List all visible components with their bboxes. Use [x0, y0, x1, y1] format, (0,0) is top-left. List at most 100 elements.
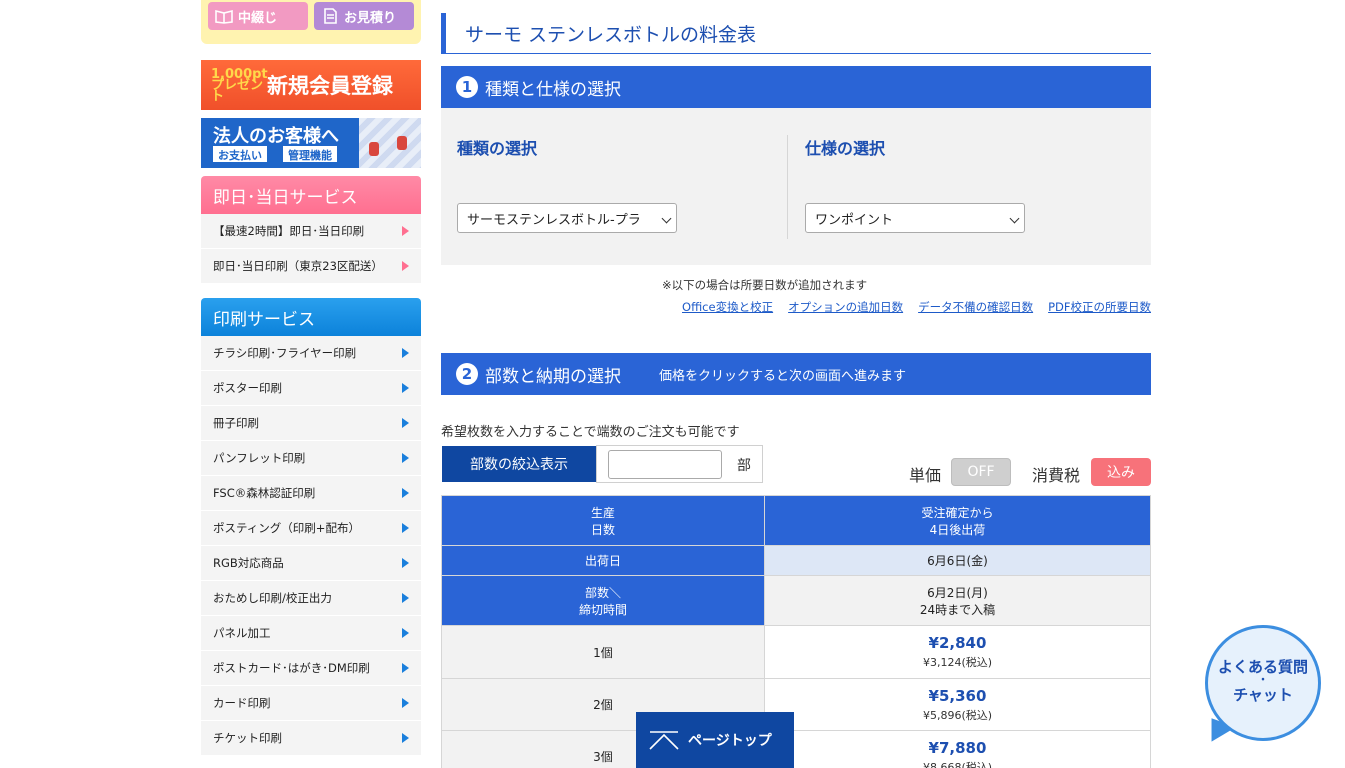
step2-note: 価格をクリックすると次の画面へ進みます	[659, 368, 907, 384]
price-cell[interactable]: ¥2,840 ¥3,124(税込)	[764, 625, 1151, 679]
book-icon	[215, 9, 233, 24]
menu-item-label: パネル加工	[213, 626, 271, 640]
unit-price-label: 単価	[909, 466, 942, 485]
chat-label-line2: チャット	[1233, 686, 1293, 704]
menu-item-posting[interactable]: ポスティング（印刷+配布）	[201, 511, 421, 546]
table-row: 出荷日 6月6日(金)	[441, 545, 1151, 576]
estimate-label: お見積り	[344, 10, 397, 26]
extra-days-links: Office変換と校正 オプションの追加日数 データ不備の確認日数 PDF校正の…	[682, 299, 1151, 315]
document-icon	[324, 8, 337, 24]
price-cell[interactable]: ¥5,360 ¥5,896(税込)	[764, 678, 1151, 731]
chat-label-dot: ・	[1258, 675, 1268, 686]
sidebar: 中綴じ お見積り 1,000pt プレゼント 新規会員登録 法人のお客様へ お支…	[201, 0, 421, 756]
filter-quantity-button[interactable]: 部数の絞込表示	[442, 446, 596, 482]
menu-item-label: カード印刷	[213, 696, 271, 710]
page-title: サーモ ステンレスボトルの料金表	[441, 13, 1151, 54]
step1-label: 種類と仕様の選択	[485, 79, 621, 100]
price: ¥7,880	[928, 738, 987, 757]
menu-item-pamphlet[interactable]: パンフレット印刷	[201, 441, 421, 476]
corporate-label: 法人のお客様へ	[213, 126, 339, 147]
type-select[interactable]: サーモステンレスボトル-プラ	[457, 203, 677, 233]
header-deadline: 部数＼ 締切時間	[441, 575, 765, 626]
production-days-value: 受注確定から 4日後出荷	[764, 495, 1151, 546]
menu-item-rgb[interactable]: RGB対応商品	[201, 546, 421, 581]
menu-item-label: おためし印刷/校正出力	[213, 591, 332, 605]
office-illustration	[359, 118, 421, 168]
table-row: 3個 ¥7,880 ¥8,668(税込)	[441, 730, 1151, 768]
menu-item-label: パンフレット印刷	[213, 451, 306, 465]
menu-item-poster[interactable]: ポスター印刷	[201, 371, 421, 406]
spec-heading: 仕様の選択	[805, 139, 886, 158]
link-data-check-days[interactable]: データ不備の確認日数	[918, 299, 1033, 315]
select-panel: 種類の選択 サーモステンレスボトル-プラ 仕様の選択 ワンポイント	[441, 108, 1151, 265]
print-service-heading: 印刷サービス	[201, 298, 421, 336]
register-banner[interactable]: 1,000pt プレゼント 新規会員登録	[201, 60, 421, 110]
menu-item-label: RGB対応商品	[213, 556, 284, 570]
link-office-conversion[interactable]: Office変換と校正	[682, 299, 773, 315]
spec-select[interactable]: ワンポイント	[805, 203, 1025, 233]
arrow-right-icon	[402, 226, 409, 236]
deadline-value: 6月2日(月) 24時まで入稿	[764, 575, 1151, 626]
price-with-tax: ¥3,124(税込)	[922, 656, 993, 669]
print-service-menu: チラシ印刷･フライヤー印刷 ポスター印刷 冊子印刷 パンフレット印刷 FSC®森…	[201, 336, 421, 756]
menu-item-postcard[interactable]: ポストカード･はがき･DM印刷	[201, 651, 421, 686]
faq-chat-button[interactable]: よくある質問 ・ チャット	[1203, 624, 1327, 748]
arrow-right-icon	[402, 523, 409, 533]
chat-label-line1: よくある質問	[1217, 658, 1308, 676]
menu-item-same-day-tokyo[interactable]: 即日･当日印刷（東京23区配送）	[201, 249, 421, 284]
menu-item-booklet[interactable]: 冊子印刷	[201, 406, 421, 441]
corporate-banner[interactable]: 法人のお客様へ お支払い 管理機能	[201, 118, 421, 168]
step2-number: 2	[456, 363, 478, 385]
type-column: 種類の選択	[457, 135, 537, 159]
arrow-right-icon	[402, 558, 409, 568]
arrow-right-icon	[402, 453, 409, 463]
link-pdf-proof-days[interactable]: PDF校正の所要日数	[1048, 299, 1151, 315]
header-production-days: 生産 日数	[441, 495, 765, 546]
menu-item-label: 即日･当日印刷（東京23区配送）	[213, 259, 383, 273]
menu-item-fsc[interactable]: FSC®森林認証印刷	[201, 476, 421, 511]
menu-item-express-2h[interactable]: 【最速2時間】即日･当日印刷	[201, 214, 421, 249]
menu-item-trial[interactable]: おためし印刷/校正出力	[201, 581, 421, 616]
price-cell[interactable]: ¥7,880 ¥8,668(税込)	[764, 730, 1151, 768]
menu-item-label: ポスター印刷	[213, 381, 282, 395]
table-row: 2個 ¥5,360 ¥5,896(税込)	[441, 678, 1151, 731]
menu-item-panel[interactable]: パネル加工	[201, 616, 421, 651]
saddle-stitch-button[interactable]: 中綴じ	[208, 2, 308, 30]
menu-item-ticket[interactable]: チケット印刷	[201, 721, 421, 756]
arrow-right-icon	[402, 733, 409, 743]
chevron-up-icon	[649, 731, 679, 750]
quantity-hint: 希望枚数を入力することで端数のご注文も可能です	[441, 425, 740, 440]
arrow-right-icon	[402, 663, 409, 673]
corporate-tag-payment: お支払い	[213, 146, 267, 162]
tax-toggle[interactable]: 込み	[1091, 458, 1151, 486]
menu-item-label: 冊子印刷	[213, 416, 259, 430]
menu-item-label: FSC®森林認証印刷	[213, 486, 316, 500]
table-row: 生産 日数 受注確定から 4日後出荷	[441, 495, 1151, 546]
arrow-right-icon	[402, 261, 409, 271]
estimate-button[interactable]: お見積り	[314, 2, 414, 30]
price-with-tax: ¥5,896(税込)	[922, 708, 993, 722]
chat-label: よくある質問 ・ チャット	[1203, 658, 1323, 704]
header-ship-date: 出荷日	[441, 545, 765, 576]
table-row: 部数＼ 締切時間 6月2日(月) 24時まで入稿	[441, 575, 1151, 626]
link-option-days[interactable]: オプションの追加日数	[788, 299, 903, 315]
arrow-right-icon	[402, 628, 409, 638]
chevron-down-icon	[1009, 213, 1020, 224]
menu-item-card[interactable]: カード印刷	[201, 686, 421, 721]
spec-column: 仕様の選択	[805, 135, 885, 159]
extra-days-note: ※以下の場合は所要日数が追加されます	[662, 278, 868, 292]
unit-price-toggle[interactable]: OFF	[951, 458, 1011, 486]
page-top-label: ページトップ	[688, 733, 772, 749]
page-top-button[interactable]: ページトップ	[636, 712, 794, 768]
arrow-right-icon	[402, 383, 409, 393]
step2-header: 2 部数と納期の選択 価格をクリックすると次の画面へ進みます	[441, 353, 1151, 395]
type-heading: 種類の選択	[457, 139, 538, 158]
same-day-heading: 即日･当日サービス	[201, 176, 421, 214]
chevron-down-icon	[661, 213, 672, 224]
step2-label: 部数と納期の選択	[485, 366, 621, 387]
quantity-input[interactable]	[608, 450, 722, 479]
menu-item-flyer[interactable]: チラシ印刷･フライヤー印刷	[201, 336, 421, 371]
arrow-right-icon	[402, 418, 409, 428]
same-day-menu: 【最速2時間】即日･当日印刷 即日･当日印刷（東京23区配送）	[201, 214, 421, 284]
price: ¥5,360	[928, 686, 987, 705]
